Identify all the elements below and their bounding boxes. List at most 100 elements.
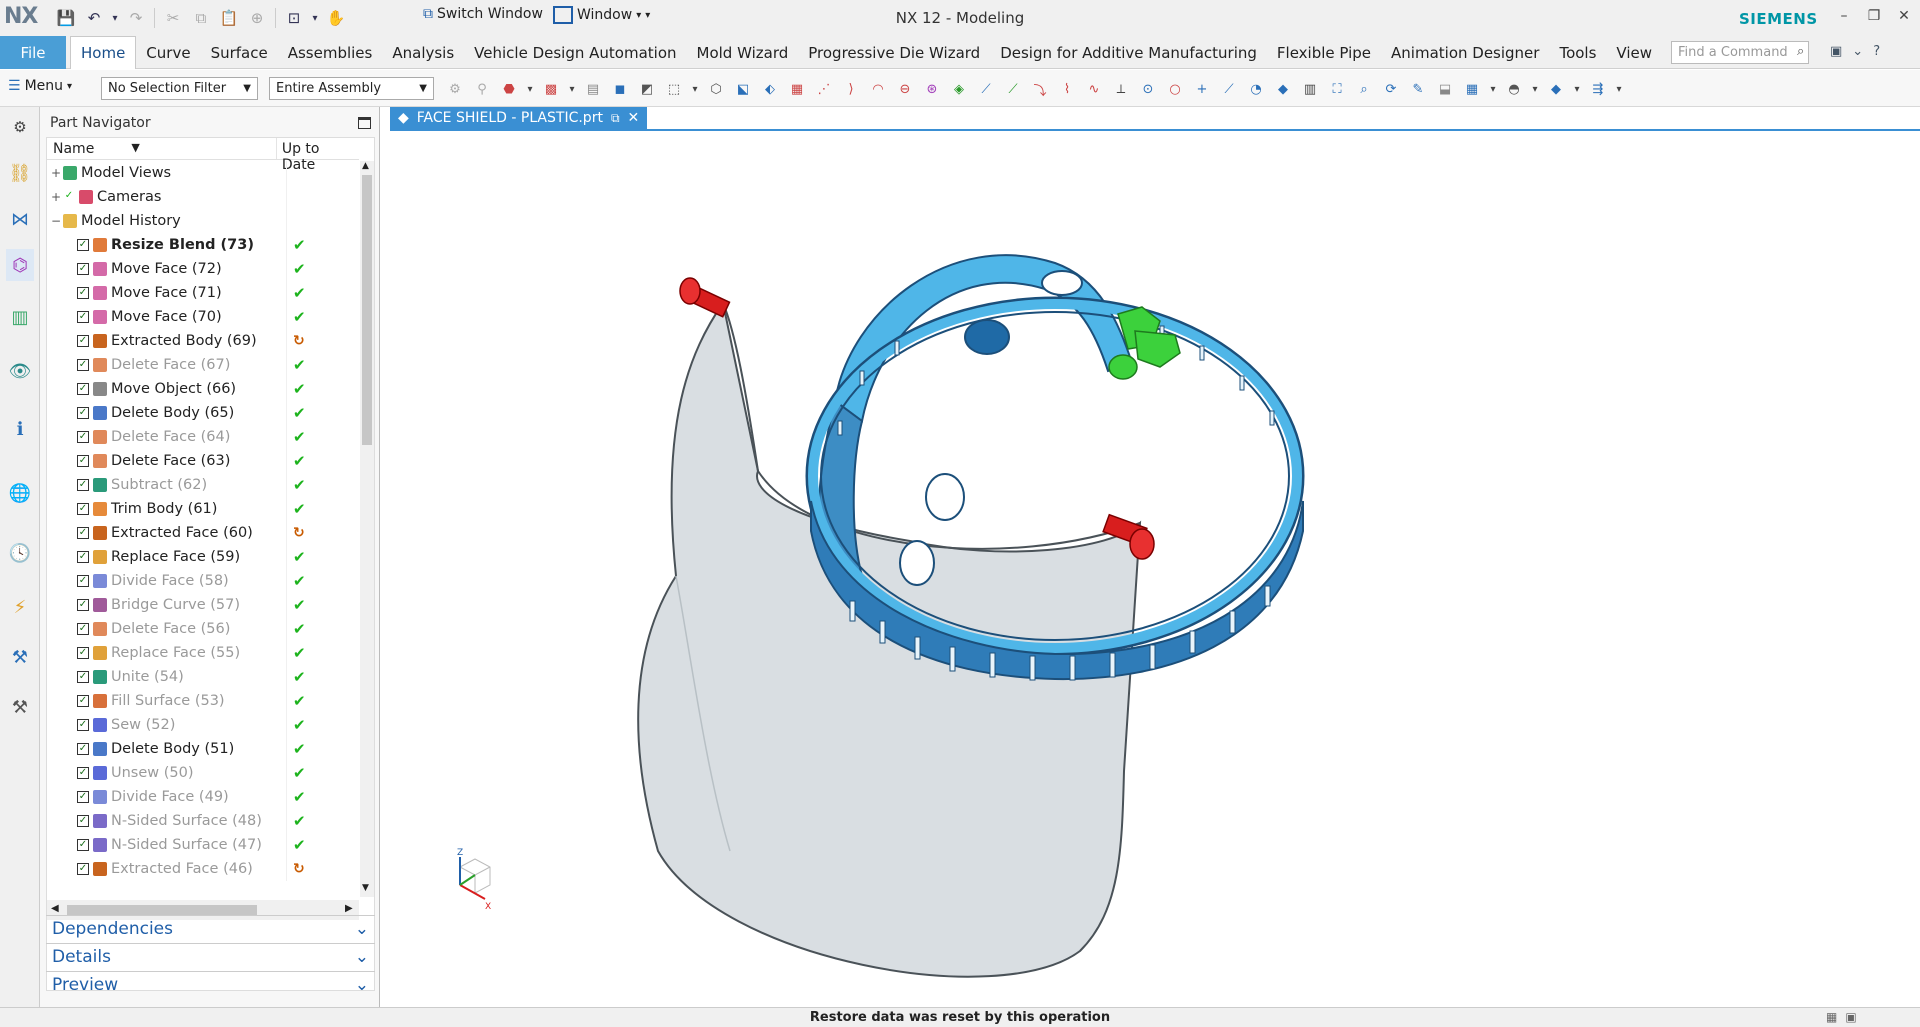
point-on-face-icon[interactable]: ◔ xyxy=(1245,78,1267,100)
document-tab[interactable]: ◆ FACE SHIELD - PLASTIC.prt ⧉ ✕ xyxy=(390,107,648,129)
tree-row[interactable]: ✓ Delete Face (56) ✔ xyxy=(47,617,359,641)
tab-surface[interactable]: Surface xyxy=(201,36,278,69)
bounded-grid-icon[interactable]: ◆ xyxy=(1272,78,1294,100)
face-icon[interactable]: ◩ xyxy=(636,78,658,100)
tree-row[interactable]: ✓ Extracted Face (46) ↻ xyxy=(47,857,359,881)
visibility-checkbox[interactable]: ✓ xyxy=(77,263,89,275)
tree-row[interactable]: ✓ Unsew (50) ✔ xyxy=(47,761,359,785)
scroll-up-icon[interactable]: ▲ xyxy=(362,161,369,171)
up-to-date-column-header[interactable]: Up to Date xyxy=(277,138,359,173)
settings-icon[interactable]: ⚙ xyxy=(6,111,34,143)
reuse-library-icon[interactable]: ▥ xyxy=(6,301,34,333)
edit-section-icon[interactable]: ◓ xyxy=(1503,78,1525,100)
vertical-scrollbar[interactable]: ▲ ▼ xyxy=(360,161,374,897)
visibility-checkbox[interactable]: ✓ xyxy=(77,455,89,467)
tab-progressive-die-wizard[interactable]: Progressive Die Wizard xyxy=(798,36,990,69)
edit-section-dropdown-icon[interactable]: ▾ xyxy=(1530,78,1540,100)
tree-row[interactable]: ✓ Move Object (66) ✔ xyxy=(47,377,359,401)
circle-center-icon[interactable]: ⊖ xyxy=(894,78,916,100)
rotate-icon[interactable]: ⟳ xyxy=(1380,78,1402,100)
selection-box-icon[interactable]: ⬚ xyxy=(663,78,685,100)
visibility-checkbox[interactable]: ✓ xyxy=(77,695,89,707)
snap-options-icon[interactable]: ⚲ xyxy=(471,78,493,100)
tab-animation-designer[interactable]: Animation Designer xyxy=(1381,36,1549,69)
tree-row[interactable]: ✓ Bridge Curve (57) ✔ xyxy=(47,593,359,617)
touch-mode-icon[interactable]: ✋ xyxy=(322,6,350,30)
visibility-checkbox[interactable]: ✓ xyxy=(77,599,89,611)
tools-palette-icon[interactable]: ⚒ xyxy=(6,691,34,723)
tree-row[interactable]: ✓ Fill Surface (53) ✔ xyxy=(47,689,359,713)
visibility-checkbox[interactable]: ✓ xyxy=(77,503,89,515)
tree-row[interactable]: ✓ Replace Face (59) ✔ xyxy=(47,545,359,569)
tab-assemblies[interactable]: Assemblies xyxy=(278,36,383,69)
tab-design-for-additive-manufacturing[interactable]: Design for Additive Manufacturing xyxy=(990,36,1267,69)
visibility-checkbox[interactable]: ✓ xyxy=(77,815,89,827)
point-icon[interactable]: ⬖ xyxy=(759,78,781,100)
edge-icon[interactable]: ⬡ xyxy=(705,78,727,100)
minimize-icon[interactable]: – xyxy=(1832,8,1856,24)
shaded-dropdown-icon[interactable]: ▾ xyxy=(1572,78,1582,100)
cut-icon[interactable]: ✂ xyxy=(159,6,187,30)
undo-dropdown-icon[interactable]: ▾ xyxy=(108,6,122,30)
tree-row[interactable]: ✓ Delete Body (51) ✔ xyxy=(47,737,359,761)
tab-tools[interactable]: Tools xyxy=(1549,36,1606,69)
file-tab[interactable]: File xyxy=(0,36,66,69)
switch-window-button[interactable]: ⧉ Switch Window xyxy=(423,6,543,22)
face-shield-model[interactable] xyxy=(390,131,1920,1000)
window-menu-button[interactable]: Window ▾ ▾ xyxy=(553,6,650,24)
tab-mold-wizard[interactable]: Mold Wizard xyxy=(687,36,799,69)
visibility-checkbox[interactable]: ✓ xyxy=(77,743,89,755)
body-icon[interactable]: ◼ xyxy=(609,78,631,100)
view-fit-icon[interactable]: ⛶ xyxy=(1326,78,1348,100)
mid-point-icon[interactable]: ⟋ xyxy=(1002,78,1024,100)
visibility-checkbox[interactable]: ✓ xyxy=(77,839,89,851)
ribbon-collapse-icon[interactable]: ⌄ xyxy=(1852,44,1863,59)
tree-row[interactable]: ✓ Delete Face (67) ✔ xyxy=(47,353,359,377)
close-icon[interactable]: ✕ xyxy=(1892,8,1916,24)
restore-icon[interactable]: ❐ xyxy=(1862,8,1886,24)
system-scenes-icon[interactable]: ⚒ xyxy=(6,641,34,673)
close-icon[interactable]: ✕ xyxy=(628,110,640,126)
tree-row[interactable]: − Model History xyxy=(47,209,359,233)
tree-row[interactable]: ✓ Delete Body (65) ✔ xyxy=(47,401,359,425)
visibility-checkbox[interactable]: ✓ xyxy=(77,575,89,587)
end-point-icon[interactable]: ◈ xyxy=(948,78,970,100)
line-icon[interactable]: ⟋ xyxy=(975,78,997,100)
tree-row[interactable]: ✓ Delete Face (64) ✔ xyxy=(47,425,359,449)
visibility-checkbox[interactable]: ✓ xyxy=(77,527,89,539)
resize-grip-icon[interactable]: ▦ xyxy=(1826,1010,1837,1024)
visibility-checkbox[interactable]: ✓ xyxy=(77,431,89,443)
curve-icon[interactable]: ⋰ xyxy=(813,78,835,100)
visibility-checkbox[interactable]: ✓ xyxy=(77,671,89,683)
tree-row[interactable]: ✓ Move Face (72) ✔ xyxy=(47,257,359,281)
pan-icon[interactable]: ✎ xyxy=(1407,78,1429,100)
search-icon[interactable]: ⌕ xyxy=(1797,44,1804,59)
part-navigator-icon[interactable]: ⌬ xyxy=(6,249,34,281)
tree-row[interactable]: ✓ Extracted Body (69) ↻ xyxy=(47,329,359,353)
sketch-dropdown-icon[interactable]: ▾ xyxy=(567,78,577,100)
undo-icon[interactable]: ↶ xyxy=(80,6,108,30)
point-on-curve-icon[interactable]: ⟋ xyxy=(1218,78,1240,100)
visibility-checkbox[interactable]: ✓ xyxy=(77,359,89,371)
tree-row[interactable]: ✓ Divide Face (49) ✔ xyxy=(47,785,359,809)
scroll-left-icon[interactable]: ◀ xyxy=(51,903,59,914)
selection-box-dropdown-icon[interactable]: ▾ xyxy=(690,78,700,100)
visibility-checkbox[interactable]: ✓ xyxy=(77,335,89,347)
show-hide-icon[interactable]: ⇶ xyxy=(1587,78,1609,100)
tree-row[interactable]: + Model Views xyxy=(47,161,359,185)
tab-analysis[interactable]: Analysis xyxy=(382,36,464,69)
expand-icon[interactable]: + xyxy=(49,190,63,204)
selection-dropdown-icon[interactable]: ▾ xyxy=(308,6,322,30)
tree-row[interactable]: ✓ Replace Face (55) ✔ xyxy=(47,641,359,665)
selection-icon[interactable]: ⊡ xyxy=(280,6,308,30)
sort-down-icon[interactable]: ▼ xyxy=(131,141,139,156)
scroll-right-icon[interactable]: ▶ xyxy=(345,903,353,914)
spline-icon[interactable]: ⟩ xyxy=(840,78,862,100)
tree-row[interactable]: ✓ Move Face (70) ✔ xyxy=(47,305,359,329)
details-panel[interactable]: Details ⌄ xyxy=(46,943,375,970)
menu-button[interactable]: ☰ Menu ▾ xyxy=(8,78,72,94)
zoom-icon[interactable]: ⌕ xyxy=(1353,78,1375,100)
orient-icon[interactable]: ⬓ xyxy=(1434,78,1456,100)
tree-row[interactable]: ✓ Subtract (62) ✔ xyxy=(47,473,359,497)
maximize-icon[interactable] xyxy=(358,117,371,129)
